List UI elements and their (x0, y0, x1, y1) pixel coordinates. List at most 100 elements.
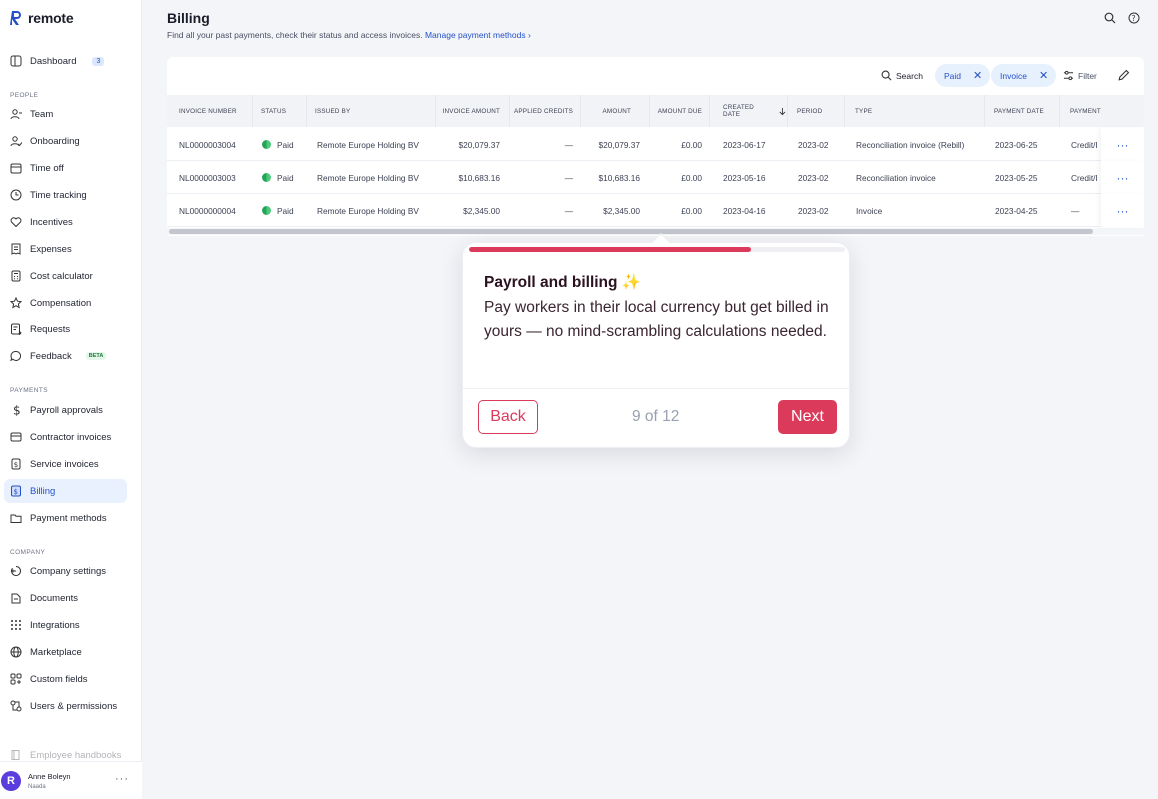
row-actions-button[interactable]: ··· (1101, 194, 1144, 227)
more-icon[interactable]: ··· (115, 773, 129, 785)
sidebar-item-label: Company settings (30, 565, 107, 577)
sidebar-item-compensation[interactable]: Compensation (4, 291, 127, 315)
filter-chip-invoice[interactable]: Invoice ✕ (991, 64, 1057, 87)
sidebar-item-time-tracking[interactable]: Time tracking (4, 183, 127, 207)
user-menu[interactable]: R Anne Boleyn Naada ··· (0, 761, 142, 799)
filter-label: Filter (1078, 70, 1097, 81)
sidebar-item-documents[interactable]: Documents (4, 586, 127, 610)
sidebar-item-cost-calculator[interactable]: Cost calculator (4, 264, 127, 288)
sidebar-item-marketplace[interactable]: Marketplace (4, 640, 127, 664)
amount: $10,683.16 (598, 172, 640, 183)
period: 2023-02 (798, 205, 829, 216)
clock-icon (10, 189, 22, 201)
payment-date: 2023-06-25 (995, 139, 1038, 150)
filter-chip-paid[interactable]: Paid ✕ (935, 64, 991, 87)
sidebar-item-users-permissions[interactable]: Users & permissions (4, 694, 127, 718)
sidebar-item-integrations[interactable]: Integrations (4, 613, 127, 637)
edit-columns-icon[interactable] (1117, 69, 1130, 82)
product-tour-popover: Payroll and billing ✨ Pay workers in the… (462, 233, 851, 448)
filter-button[interactable]: Filter (1063, 70, 1097, 81)
count-badge: 3 (92, 56, 105, 66)
column-header[interactable]: PERIOD (788, 95, 845, 127)
type: Invoice (856, 205, 883, 216)
sidebar-item-service-invoices[interactable]: $ Service invoices (4, 452, 127, 476)
created-date: 2023-06-17 (723, 139, 766, 150)
sidebar-item-label: Payment methods (30, 512, 107, 524)
scrollbar-thumb[interactable] (169, 229, 1093, 234)
search-label: Search (896, 70, 923, 81)
manage-payment-methods-link[interactable]: Manage payment methods › (425, 30, 531, 40)
sidebar-item-expenses[interactable]: Expenses (4, 237, 127, 261)
service-invoice-icon: $ (10, 458, 22, 470)
column-header[interactable]: CREATED DATE (710, 95, 788, 127)
issued-by: Remote Europe Holding BV (317, 205, 419, 216)
page-title: Billing (167, 10, 210, 26)
sidebar-item-onboarding[interactable]: Onboarding (4, 129, 127, 153)
horizontal-scrollbar[interactable] (167, 228, 1144, 235)
column-header[interactable]: STATUS (253, 95, 307, 127)
status-cell: Paid (262, 194, 307, 227)
invoice-icon (10, 431, 22, 443)
sidebar-item-label: Billing (30, 485, 56, 497)
sidebar-item-payroll-approvals[interactable]: $ Payroll approvals (4, 398, 127, 422)
sidebar-item-requests[interactable]: Requests (4, 317, 127, 341)
tour-body: Pay workers in their local currency but … (484, 299, 829, 340)
status-cell: Paid (262, 128, 307, 161)
issued-by: Remote Europe Holding BV (317, 172, 419, 183)
type: Reconciliation invoice (Rebill) (856, 139, 965, 150)
column-header[interactable]: PAYMENT (1060, 95, 1144, 127)
book-icon (10, 749, 22, 761)
sidebar-item-label: Incentives (30, 216, 73, 228)
tour-progress-fill (469, 247, 751, 252)
help-icon[interactable]: ? (1128, 12, 1140, 24)
chat-icon (10, 350, 22, 362)
search-icon[interactable] (1104, 12, 1116, 24)
column-header[interactable]: INVOICE AMOUNT (436, 95, 510, 127)
status-paid-icon (262, 206, 271, 215)
dollar-icon: $ (10, 404, 22, 416)
sidebar-item-billing[interactable]: $ Billing (4, 479, 127, 503)
logo[interactable]: remote (10, 10, 74, 26)
svg-text:?: ? (1132, 14, 1136, 23)
column-header[interactable]: PAYMENT DATE (985, 95, 1060, 127)
status-label: Paid (277, 172, 294, 183)
sidebar-item-time-off[interactable]: Time off (4, 156, 127, 180)
applied-credits: — (564, 172, 573, 183)
svg-text:$: $ (14, 461, 18, 469)
sidebar-item-incentives[interactable]: Incentives (4, 210, 127, 234)
payment-date: 2023-05-25 (995, 172, 1038, 183)
column-header[interactable]: AMOUNT DUE (650, 95, 710, 127)
sidebar-item-payment-methods[interactable]: Payment methods (4, 506, 127, 530)
table-header: INVOICE NUMBER STATUS ISSUED BY INVOICE … (167, 95, 1144, 127)
close-icon[interactable]: ✕ (1039, 69, 1048, 82)
amount-due: £0.00 (681, 205, 702, 216)
receipt-icon (10, 243, 22, 255)
row-actions-button[interactable]: ··· (1101, 161, 1144, 194)
sidebar-item-label: Employee handbooks (30, 749, 122, 761)
sidebar-item-dashboard[interactable]: Dashboard 3 (4, 49, 127, 73)
search-button[interactable]: Search (881, 70, 923, 81)
sidebar-item-contractor-invoices[interactable]: Contractor invoices (4, 425, 127, 449)
column-header[interactable]: INVOICE NUMBER (167, 95, 253, 127)
table-row[interactable]: NL0000003003 Paid Remote Europe Holding … (167, 161, 1144, 194)
back-button[interactable]: Back (478, 400, 538, 434)
sidebar-item-label: Documents (30, 592, 79, 604)
column-header[interactable]: APPLIED CREDITS (510, 95, 581, 127)
sidebar-item-company-settings[interactable]: Company settings (4, 559, 127, 583)
svg-text:$: $ (14, 488, 18, 496)
tour-title: Payroll and billing ✨ (484, 274, 642, 291)
sidebar-item-custom-fields[interactable]: Custom fields (4, 667, 127, 691)
settings-icon (10, 565, 22, 577)
column-header[interactable]: AMOUNT (581, 95, 650, 127)
column-header[interactable]: ISSUED BY (307, 95, 436, 127)
created-date: 2023-04-16 (723, 205, 766, 216)
row-actions-button[interactable]: ··· (1101, 128, 1144, 161)
svg-text:$: $ (13, 404, 21, 416)
column-header[interactable]: TYPE (845, 95, 985, 127)
table-row[interactable]: NL0000003004 Paid Remote Europe Holding … (167, 128, 1144, 161)
sidebar-item-team[interactable]: Team (4, 102, 127, 126)
table-row[interactable]: NL0000000004 Paid Remote Europe Holding … (167, 194, 1144, 227)
sidebar-item-feedback[interactable]: Feedback BETA (4, 344, 127, 368)
next-button[interactable]: Next (778, 400, 837, 434)
close-icon[interactable]: ✕ (973, 69, 982, 82)
